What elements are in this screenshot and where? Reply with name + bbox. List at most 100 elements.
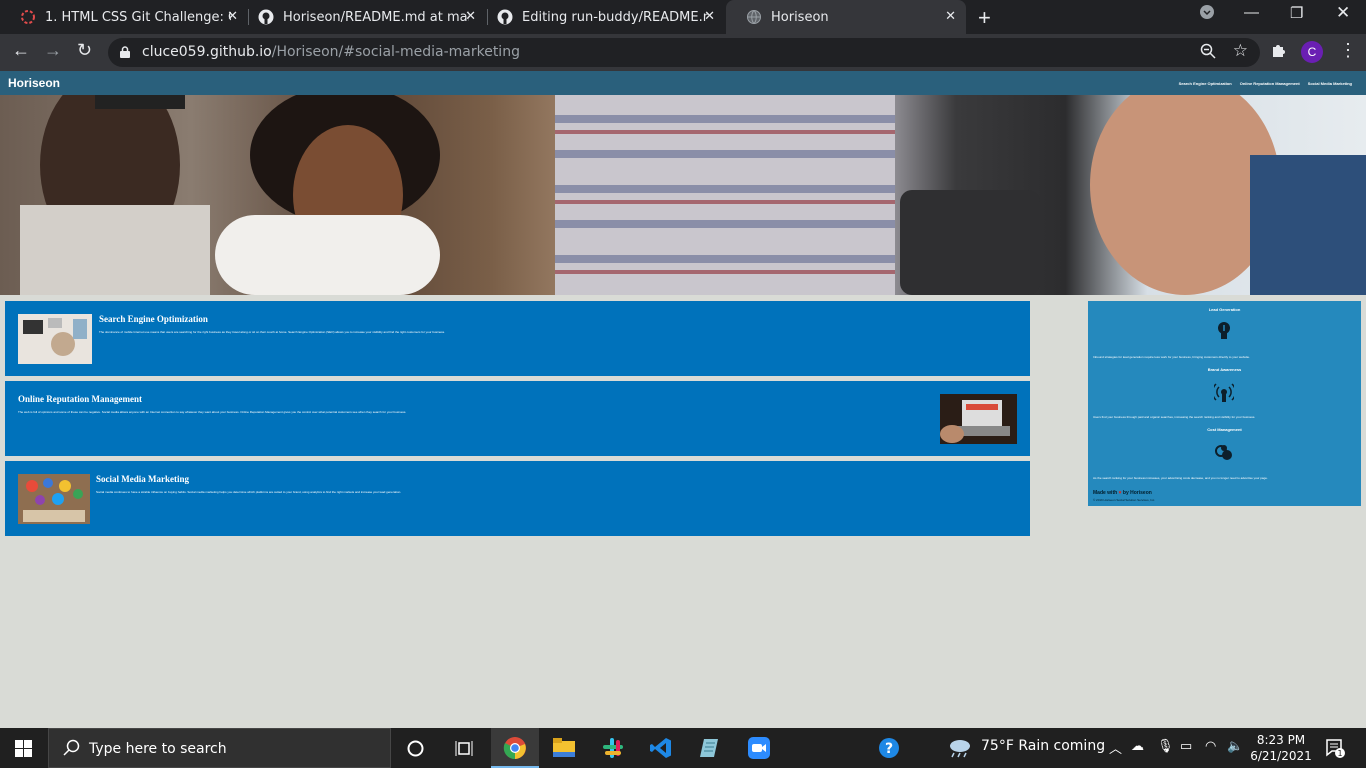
system-clock[interactable]: 8:23 PM 6/21/2021 <box>1248 732 1314 764</box>
section-title: Online Reputation Management <box>18 394 143 404</box>
close-window-icon[interactable]: ✕ <box>1336 3 1350 23</box>
section-seo: Search Engine Optimization The dominance… <box>5 301 1030 376</box>
wifi-icon[interactable]: ◠ <box>1205 738 1216 754</box>
close-icon[interactable]: ✕ <box>945 9 956 24</box>
benefit-title: Lead Generation <box>1208 307 1241 312</box>
notes-app-icon <box>700 739 718 757</box>
section-title: Social Media Marketing <box>96 474 189 484</box>
tab-readme[interactable]: Horiseon/README.md at main · ✕ <box>238 0 486 34</box>
close-icon[interactable]: ✕ <box>465 9 476 24</box>
hero-illustration <box>20 95 1366 295</box>
chevron-up-icon[interactable]: ︿ <box>1109 738 1122 757</box>
site-nav: Search Engine Optimization Online Reputa… <box>1179 81 1352 86</box>
zoom-icon[interactable] <box>1200 43 1216 63</box>
volume-icon[interactable]: 🔈 <box>1227 738 1243 754</box>
task-view-icon <box>455 741 473 756</box>
folder-icon <box>553 738 575 757</box>
benefits-sidebar: Lead Generation Inbound strategies for l… <box>1088 301 1361 506</box>
tab-editing-readme[interactable]: Editing run-buddy/README.md a ✕ <box>477 0 725 34</box>
back-arrow-icon[interactable]: ← <box>12 40 30 61</box>
reputation-image <box>940 394 1017 444</box>
task-view-button[interactable] <box>440 728 488 768</box>
nav-link-social[interactable]: Social Media Marketing <box>1308 81 1352 86</box>
taskbar-notes-app[interactable] <box>686 728 734 768</box>
close-icon[interactable]: ✕ <box>704 9 715 24</box>
site-header: Horiseon Search Engine Optimization Onli… <box>0 71 1366 95</box>
tab-search-icon[interactable] <box>1199 4 1215 24</box>
clock-time: 8:23 PM <box>1256 733 1306 747</box>
notification-count: 1 <box>1337 749 1342 758</box>
cortana-button[interactable] <box>392 728 440 768</box>
clock-date: 6/21/2021 <box>1250 749 1312 763</box>
made-by-label: by Horiseon <box>1122 490 1152 496</box>
url-host: cluce059.github.io <box>142 44 272 60</box>
minimize-icon[interactable]: — <box>1244 4 1259 21</box>
onedrive-cloud-icon[interactable]: ☁ <box>1131 738 1144 754</box>
benefit-title: Cost Management <box>1207 427 1242 432</box>
taskbar-zoom[interactable] <box>735 728 783 768</box>
svg-text:?: ? <box>885 741 893 757</box>
profile-avatar[interactable]: C <box>1301 41 1323 63</box>
reload-icon[interactable]: ↻ <box>77 40 92 61</box>
heart-icon: ♥ <box>1118 490 1122 496</box>
made-with-text: Made with ♥ by Horiseon <box>1093 490 1152 496</box>
taskbar-file-explorer[interactable] <box>540 728 588 768</box>
section-social: Social Media Marketing Social media cont… <box>5 461 1030 536</box>
section-text: The web is full of opinions and some of … <box>18 410 407 414</box>
benefit-title: Brand Awareness <box>1207 367 1242 372</box>
battery-icon[interactable]: ▭ <box>1180 738 1192 754</box>
close-icon[interactable]: ✕ <box>227 9 238 24</box>
section-text: Social media continues to have a sizable… <box>96 490 402 494</box>
nav-link-reputation[interactable]: Online Reputation Management <box>1240 81 1300 86</box>
notification-icon[interactable]: 1 <box>1325 738 1345 758</box>
address-bar[interactable]: cluce059.github.io/Horiseon/#social-medi… <box>108 38 1260 67</box>
vscode-icon <box>650 738 671 758</box>
section-title: Search Engine Optimization <box>99 314 208 324</box>
microphone-icon[interactable]: 🎙 <box>1157 738 1174 754</box>
copyright-text: © 2019 Horiseon Social Solution Services… <box>1093 498 1156 502</box>
tab-title: Horiseon <box>771 9 829 25</box>
tab-title: Editing run-buddy/README.md a <box>522 9 708 25</box>
windows-start-icon[interactable] <box>15 740 32 757</box>
menu-kebab-icon[interactable]: ⋮ <box>1339 40 1357 61</box>
benefit-text: Inbound strategies for lead generation r… <box>1093 355 1250 359</box>
search-icon <box>63 739 80 756</box>
taskbar-vscode[interactable] <box>637 728 685 768</box>
help-icon: ? <box>879 738 899 758</box>
zoom-video-icon <box>748 737 770 759</box>
url-path: /Horiseon/#social-media-marketing <box>271 44 520 60</box>
taskbar-help[interactable]: ? <box>866 728 914 768</box>
site-logo[interactable]: Horiseon <box>8 76 60 90</box>
cortana-icon <box>407 740 424 757</box>
hero-image <box>0 95 1366 295</box>
extensions-puzzle-icon[interactable] <box>1271 42 1287 62</box>
slack-icon <box>603 738 623 758</box>
made-with-label: Made with <box>1093 490 1118 496</box>
bookmark-star-icon[interactable]: ☆ <box>1233 41 1248 61</box>
tab-horiseon[interactable]: Horiseon ✕ <box>726 0 966 34</box>
globe-icon <box>747 10 761 24</box>
tab-codegrade[interactable]: 1. HTML CSS Git Challenge: Code ✕ <box>0 0 248 34</box>
taskbar-chrome[interactable] <box>491 728 539 768</box>
windows-taskbar: Type here to search ? 75°F Rain coming ︿… <box>0 728 1366 768</box>
new-tab-button[interactable]: + <box>978 5 991 31</box>
weather-text[interactable]: 75°F Rain coming <box>981 738 1105 754</box>
cost-icon <box>1215 445 1232 460</box>
forward-arrow-icon[interactable]: → <box>44 40 62 61</box>
section-text: The dominance of mobile Internet use mea… <box>99 330 446 334</box>
browser-toolbar: ← → ↻ cluce059.github.io/Horiseon/#socia… <box>0 34 1366 71</box>
taskbar-search-box[interactable]: Type here to search <box>48 728 391 768</box>
restore-icon[interactable]: ❐ <box>1290 4 1303 22</box>
benefit-text: As the search ranking for your business … <box>1093 476 1268 480</box>
url-text: cluce059.github.io/Horiseon/#social-medi… <box>142 44 520 60</box>
lock-icon <box>120 46 130 58</box>
chrome-icon <box>503 737 526 760</box>
broadcast-icon <box>1214 383 1234 402</box>
nav-link-seo[interactable]: Search Engine Optimization <box>1179 81 1232 86</box>
search-placeholder: Type here to search <box>89 741 227 757</box>
lightbulb-icon <box>1218 322 1230 339</box>
tab-title: Horiseon/README.md at main · <box>283 9 469 25</box>
taskbar-slack[interactable] <box>589 728 637 768</box>
seo-image <box>18 314 92 364</box>
benefit-text: Users find your business through paid an… <box>1093 415 1256 419</box>
